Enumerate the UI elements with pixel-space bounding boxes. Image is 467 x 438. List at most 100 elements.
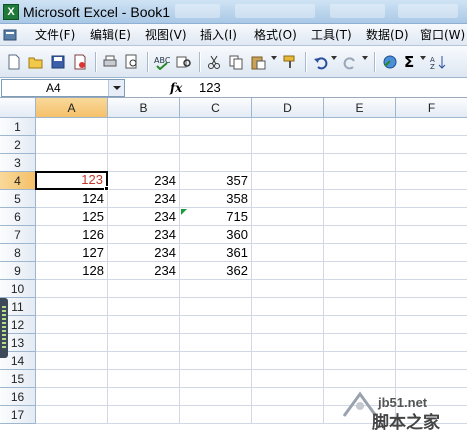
cell-c12[interactable] [180, 316, 252, 334]
redo-dropdown-arrow[interactable] [362, 56, 368, 60]
cell-c13[interactable] [180, 334, 252, 352]
cell-b2[interactable] [108, 136, 180, 154]
cell-f4[interactable] [396, 172, 467, 190]
cell-c6[interactable]: 715 [180, 208, 252, 226]
cell-d10[interactable] [252, 280, 324, 298]
cell-b9[interactable]: 234 [108, 262, 180, 280]
cell-f1[interactable] [396, 118, 467, 136]
row-header-1[interactable]: 1 [0, 118, 36, 136]
save-icon[interactable] [50, 54, 66, 70]
cell-b7[interactable]: 234 [108, 226, 180, 244]
copy-icon[interactable] [228, 54, 244, 70]
cell-a13[interactable] [36, 334, 108, 352]
undo-dropdown-arrow[interactable] [331, 56, 337, 60]
cell-b17[interactable] [108, 406, 180, 424]
select-all-corner[interactable] [0, 98, 36, 118]
cell-a16[interactable] [36, 388, 108, 406]
paste-dropdown-arrow[interactable] [271, 56, 277, 60]
row-header-5[interactable]: 5 [0, 190, 36, 208]
cell-b8[interactable]: 234 [108, 244, 180, 262]
cell-f14[interactable] [396, 352, 467, 370]
cell-b6[interactable]: 234 [108, 208, 180, 226]
autosum-icon[interactable]: Σ [404, 54, 418, 70]
cell-a3[interactable] [36, 154, 108, 172]
cell-d8[interactable] [252, 244, 324, 262]
cell-d4[interactable] [252, 172, 324, 190]
cell-b12[interactable] [108, 316, 180, 334]
menu-data[interactable]: 数据(D) [366, 27, 409, 43]
row-header-6[interactable]: 6 [0, 208, 36, 226]
cell-e6[interactable] [324, 208, 396, 226]
cell-a8[interactable]: 127 [36, 244, 108, 262]
cell-a6[interactable]: 125 [36, 208, 108, 226]
cell-b4[interactable]: 234 [108, 172, 180, 190]
cell-e15[interactable] [324, 370, 396, 388]
row-header-4[interactable]: 4 [0, 172, 36, 190]
row-header-15[interactable]: 15 [0, 370, 36, 388]
cell-e3[interactable] [324, 154, 396, 172]
menu-file[interactable]: 文件(F) [35, 27, 75, 43]
cell-d9[interactable] [252, 262, 324, 280]
cell-d14[interactable] [252, 352, 324, 370]
cell-b10[interactable] [108, 280, 180, 298]
cell-f7[interactable] [396, 226, 467, 244]
cell-a7[interactable]: 126 [36, 226, 108, 244]
cell-e1[interactable] [324, 118, 396, 136]
menu-view[interactable]: 视图(V) [145, 27, 187, 43]
cell-c15[interactable] [180, 370, 252, 388]
cell-a15[interactable] [36, 370, 108, 388]
cell-d15[interactable] [252, 370, 324, 388]
row-header-17[interactable]: 17 [0, 406, 36, 424]
cell-c3[interactable] [180, 154, 252, 172]
cell-e14[interactable] [324, 352, 396, 370]
row-header-9[interactable]: 9 [0, 262, 36, 280]
row-header-16[interactable]: 16 [0, 388, 36, 406]
cell-f8[interactable] [396, 244, 467, 262]
row-header-8[interactable]: 8 [0, 244, 36, 262]
cell-a12[interactable] [36, 316, 108, 334]
research-icon[interactable] [176, 54, 192, 70]
cell-c1[interactable] [180, 118, 252, 136]
column-header-d[interactable]: D [252, 98, 324, 118]
column-header-e[interactable]: E [324, 98, 396, 118]
cell-a2[interactable] [36, 136, 108, 154]
row-header-2[interactable]: 2 [0, 136, 36, 154]
cell-b13[interactable] [108, 334, 180, 352]
column-header-c[interactable]: C [180, 98, 252, 118]
cell-c5[interactable]: 358 [180, 190, 252, 208]
cut-icon[interactable] [206, 54, 222, 70]
cell-d1[interactable] [252, 118, 324, 136]
menu-window[interactable]: 窗口(W) [420, 27, 465, 43]
cell-e2[interactable] [324, 136, 396, 154]
side-panel-grip[interactable] [0, 298, 8, 358]
cell-d2[interactable] [252, 136, 324, 154]
cell-f10[interactable] [396, 280, 467, 298]
cell-a5[interactable]: 124 [36, 190, 108, 208]
hyperlink-icon[interactable] [382, 54, 398, 70]
cell-d13[interactable] [252, 334, 324, 352]
cell-b3[interactable] [108, 154, 180, 172]
cell-d12[interactable] [252, 316, 324, 334]
cell-d16[interactable] [252, 388, 324, 406]
active-cell-a4[interactable]: 123 [35, 171, 108, 190]
open-icon[interactable] [28, 54, 44, 70]
worksheet-grid[interactable]: A B C D E F 1 2 3 4 123 234 357 5 124 234 358 6 125 234 715 7… [0, 98, 467, 438]
menu-edit[interactable]: 编辑(E) [90, 27, 131, 43]
cell-a17[interactable] [36, 406, 108, 424]
cell-c7[interactable]: 360 [180, 226, 252, 244]
redo-icon[interactable] [342, 54, 358, 70]
cell-e11[interactable] [324, 298, 396, 316]
cell-f12[interactable] [396, 316, 467, 334]
cell-a14[interactable] [36, 352, 108, 370]
cell-c11[interactable] [180, 298, 252, 316]
cell-d5[interactable] [252, 190, 324, 208]
cell-f6[interactable] [396, 208, 467, 226]
autosum-dropdown-arrow[interactable] [420, 56, 426, 60]
cell-f11[interactable] [396, 298, 467, 316]
cell-a11[interactable] [36, 298, 108, 316]
cell-f9[interactable] [396, 262, 467, 280]
column-header-f[interactable]: F [396, 98, 467, 118]
spelling-icon[interactable]: ABC [154, 54, 170, 70]
format-painter-icon[interactable] [282, 54, 298, 70]
menu-format[interactable]: 格式(O) [254, 27, 297, 43]
